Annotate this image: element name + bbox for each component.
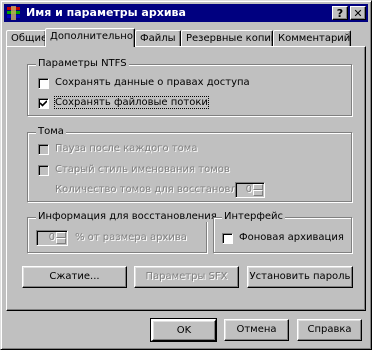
checkmark-icon xyxy=(40,100,47,107)
old-naming-checkbox[interactable] xyxy=(38,165,49,176)
archive-icon xyxy=(7,6,20,20)
tab-files[interactable]: Файлы xyxy=(135,30,181,46)
window-title: Имя и параметры архива xyxy=(26,6,186,19)
recovery-percent-value: 0 xyxy=(48,232,55,243)
tab-advanced[interactable]: Дополнительно xyxy=(45,28,135,47)
set-password-button[interactable]: Установить пароль xyxy=(247,266,353,288)
pause-label[interactable]: Пауза после каждого тома xyxy=(55,143,197,154)
recovery-legend: Информация для восстановления xyxy=(36,211,219,222)
tab-backup[interactable]: Резервные копии xyxy=(181,30,277,46)
recovery-percent-label: % от размера архива xyxy=(75,232,187,243)
help-button[interactable]: Справка xyxy=(297,319,362,341)
ntfs-legend: Параметры NTFS xyxy=(36,58,129,69)
interface-legend: Интерфейс xyxy=(222,211,286,222)
recovery-count-label: Количество томов для восстановления xyxy=(55,184,262,195)
cancel-button[interactable]: Отмена xyxy=(224,319,289,341)
recovery-count-value: 0 xyxy=(245,184,252,195)
volumes-group: Тома Пауза после каждого тома Старый сти… xyxy=(27,126,352,202)
pause-checkbox[interactable] xyxy=(38,144,49,155)
spin-down-icon[interactable] xyxy=(56,238,66,244)
spin-down-icon[interactable] xyxy=(253,190,263,196)
save-rights-checkbox[interactable] xyxy=(38,78,49,89)
background-checkbox[interactable] xyxy=(222,233,233,244)
help-title-button[interactable]: ? xyxy=(332,6,348,20)
title-bar[interactable]: Имя и параметры архива ? ✕ xyxy=(4,4,368,22)
ntfs-group: Параметры NTFS Сохранять данные о правах… xyxy=(27,58,352,116)
recovery-group: Информация для восстановления 0 % от раз… xyxy=(27,211,219,253)
dialog-window: Имя и параметры архива ? ✕ Общие Дополни… xyxy=(0,0,372,350)
recovery-count-stepper[interactable]: 0 xyxy=(235,182,265,198)
volumes-legend: Тома xyxy=(36,126,66,137)
save-rights-label[interactable]: Сохранять данные о правах доступа xyxy=(55,77,250,88)
interface-group: Интерфейс Фоновая архивация xyxy=(213,211,352,253)
ok-button[interactable]: OK xyxy=(150,318,217,342)
close-button[interactable]: ✕ xyxy=(350,6,366,20)
sfx-options-button[interactable]: Параметры SFX xyxy=(134,266,239,288)
tab-comment[interactable]: Комментарий xyxy=(273,30,351,46)
old-naming-label[interactable]: Старый стиль именования томов xyxy=(55,164,230,175)
save-streams-label[interactable]: Сохранять файловые потоки xyxy=(54,96,209,109)
tab-general[interactable]: Общие xyxy=(6,30,47,46)
tab-panel-advanced: Параметры NTFS Сохранять данные о правах… xyxy=(6,46,366,311)
background-label[interactable]: Фоновая архивация xyxy=(239,232,344,243)
compression-button[interactable]: Сжатие... xyxy=(22,266,127,288)
save-streams-checkbox[interactable] xyxy=(38,98,49,109)
recovery-percent-stepper[interactable]: 0 xyxy=(36,230,68,246)
